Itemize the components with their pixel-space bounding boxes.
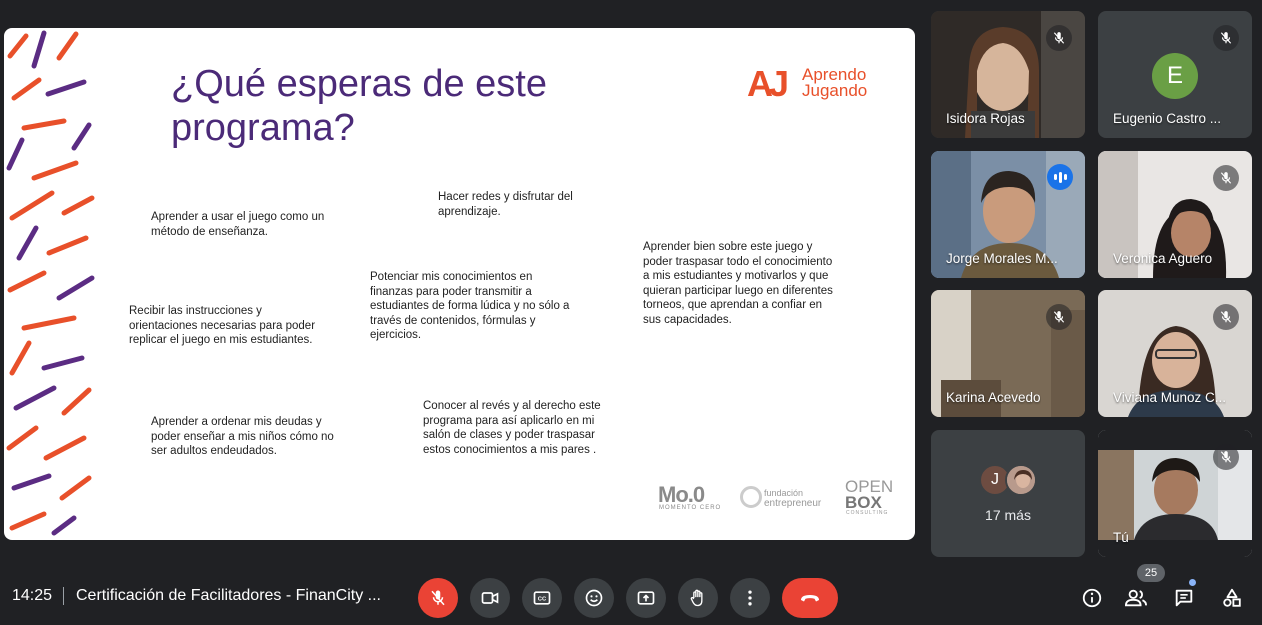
more-options-button[interactable] [730, 578, 770, 618]
meeting-details-button[interactable] [1076, 582, 1108, 614]
leave-call-button[interactable] [782, 578, 838, 618]
activities-button[interactable] [1216, 582, 1248, 614]
svg-text:CC: CC [538, 597, 547, 603]
openbox-line2: BOX [845, 493, 882, 512]
more-vertical-icon [748, 590, 752, 606]
participant-tile[interactable]: Veronica Aguero [1098, 151, 1252, 278]
speaking-indicator-icon [1047, 164, 1073, 190]
mic-off-icon [1213, 444, 1239, 470]
present-screen-icon [637, 591, 655, 605]
slide-answer: Conocer al revés y al derecho este progr… [423, 400, 601, 456]
brand-line2: Jugando [802, 81, 868, 100]
divider [63, 587, 64, 605]
participant-name: Isidora Rojas [946, 111, 1025, 126]
camera-toggle-button[interactable] [470, 578, 510, 618]
decorative-sticks [6, 30, 95, 536]
brand-mark: AJ [747, 63, 789, 104]
participant-name: Tú [1113, 530, 1129, 545]
captions-button[interactable]: CC [522, 578, 562, 618]
more-avatars: J [979, 464, 1041, 496]
participant-name: Veronica Aguero [1113, 251, 1213, 266]
microphone-toggle-button[interactable] [418, 578, 458, 618]
fundacion-line2: entrepreneur [764, 498, 822, 509]
mic-off-icon [1213, 165, 1239, 191]
slide-title: ¿Qué esperas de este programa? [171, 63, 547, 149]
people-button[interactable] [1120, 582, 1152, 614]
meeting-title: Certificación de Facilitadores - FinanCi… [76, 587, 381, 604]
hand-icon [690, 589, 703, 607]
people-icon [1124, 589, 1147, 607]
slide-answer: Aprender a ordenar mis deudas y poder en… [151, 416, 334, 458]
present-screen-button[interactable] [626, 578, 666, 618]
meet-window: ¿Qué esperas de este programa? AJ Aprend… [0, 0, 1262, 625]
participant-name: Eugenio Castro ... [1113, 111, 1222, 126]
participant-name: Karina Acevedo [946, 390, 1041, 405]
chat-button[interactable] [1168, 582, 1200, 614]
slide-answer: Recibir las instrucciones y orientacione… [129, 305, 316, 347]
momento-cero-subtitle: MOMENTO CERO [659, 505, 722, 511]
mic-off-icon [1213, 25, 1239, 51]
reactions-button[interactable] [574, 578, 614, 618]
participant-name: Jorge Morales M... [946, 251, 1058, 266]
openbox-subtitle: CONSULTING [846, 510, 889, 516]
avatar: E [1152, 53, 1198, 99]
mic-off-icon [1213, 304, 1239, 330]
raise-hand-button[interactable] [678, 578, 718, 618]
participant-tile[interactable]: Karina Acevedo [931, 290, 1085, 417]
bottom-control-bar: 14:25 Certificación de Facilitadores - F… [0, 564, 1262, 625]
hang-up-icon [801, 595, 819, 602]
slide-answer: Aprender a usar el juego como un método … [151, 211, 325, 238]
clock: 14:25 [12, 587, 53, 604]
participant-tile[interactable]: E Eugenio Castro ... [1098, 11, 1252, 138]
participant-name: Viviana Munoz C... [1113, 390, 1227, 405]
emoji-icon [585, 589, 603, 607]
mic-off-icon [1046, 304, 1072, 330]
slide-answer: Potenciar mis conocimientos en finanzas … [370, 271, 570, 342]
self-tile[interactable]: Tú [1098, 430, 1252, 557]
closed-captions-icon: CC [533, 591, 551, 605]
more-participants-tile[interactable]: J 17 más [931, 430, 1085, 557]
fundacion-line1: fundación [764, 488, 804, 498]
info-icon [1082, 588, 1102, 608]
unread-dot [1189, 579, 1196, 586]
participant-tile[interactable]: Isidora Rojas [931, 11, 1085, 138]
shapes-icon [1223, 588, 1241, 607]
chat-icon [1175, 589, 1193, 607]
aprendo-jugando-logo: AJ Aprendo Jugando [747, 64, 897, 104]
mic-off-icon [431, 590, 445, 606]
more-participants-label: 17 más [985, 507, 1031, 523]
slide-answer: Hacer redes y disfrutar del aprendizaje. [438, 191, 573, 218]
slide-answer: Aprender bien sobre este juego y poder t… [643, 241, 833, 326]
fundacion-logo-icon [740, 486, 762, 508]
presentation-slide: ¿Qué esperas de este programa? AJ Aprend… [4, 28, 915, 540]
participant-tile-active[interactable]: Jorge Morales M... [931, 151, 1085, 278]
video-camera-icon [481, 592, 499, 604]
participant-tile[interactable]: Viviana Munoz C... [1098, 290, 1252, 417]
avatar [1005, 464, 1037, 496]
mic-off-icon [1046, 25, 1072, 51]
participant-count-badge: 25 [1137, 564, 1165, 582]
